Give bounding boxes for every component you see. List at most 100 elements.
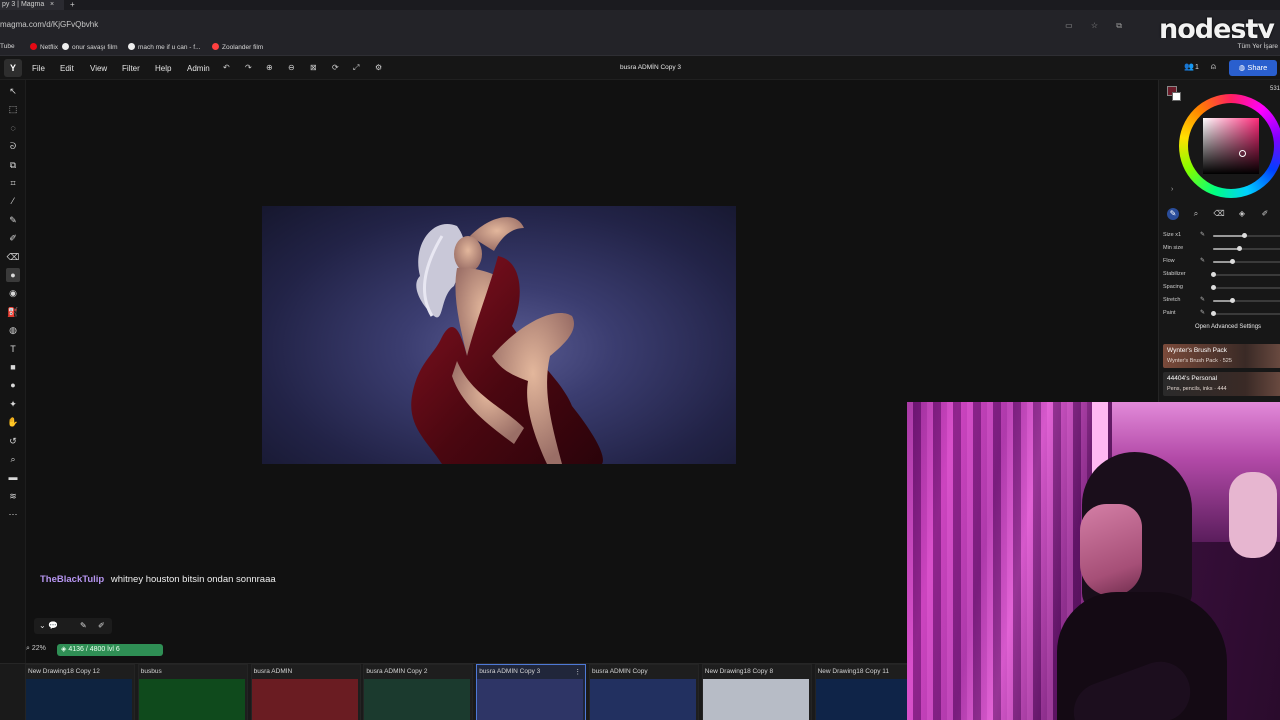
pressure-icon[interactable]: ✎ [1200, 296, 1205, 303]
shape-rect-tool-icon[interactable]: ■ [6, 360, 20, 374]
pencil-tool-icon[interactable]: ✎ [6, 213, 20, 227]
pressure-icon[interactable]: ✎ [1200, 309, 1205, 316]
pressure-icon[interactable]: ✎ [1200, 231, 1205, 238]
select-ellipse-tool-icon[interactable]: ◌ [6, 121, 20, 135]
add-user-icon[interactable]: ⍝ [1211, 62, 1216, 72]
share-button[interactable]: ◍ Share [1229, 60, 1277, 76]
bookmark-item[interactable]: mach me if u can - f... [128, 43, 201, 51]
browser-action-icons[interactable]: ▭ ☆ ⧉ [1065, 21, 1130, 31]
redo-icon[interactable]: ↷ [245, 63, 252, 72]
slider-knob[interactable] [1241, 233, 1247, 238]
secondary-color-swatch[interactable] [1172, 92, 1181, 101]
more-tool-icon[interactable]: ⋯ [6, 507, 20, 521]
slider-track[interactable] [1211, 272, 1280, 277]
brush-slot-1-icon[interactable]: ✎ [1167, 208, 1179, 220]
slider-knob[interactable] [1236, 246, 1242, 251]
app-logo[interactable]: Y [4, 59, 22, 77]
brush-slot-5-icon[interactable]: ✐ [1259, 208, 1271, 220]
slider-knob[interactable] [1230, 259, 1236, 264]
brush-slot-4-icon[interactable]: ◈ [1236, 208, 1248, 220]
advanced-settings-link[interactable]: Open Advanced Settings [1195, 324, 1261, 330]
drawing-thumbnail[interactable]: New Drawing18 Copy 12 [25, 664, 135, 720]
pressure-icon[interactable]: ✎ [1200, 257, 1205, 264]
rotate-icon[interactable]: ⟳ [332, 63, 339, 72]
brush-slider: Stabilizer [1163, 269, 1280, 280]
browser-tab[interactable]: py 3 | Magma × [0, 0, 64, 10]
more-options-icon[interactable]: ⋮ [574, 668, 581, 676]
comment-tool-icon[interactable]: ▬ [6, 470, 20, 484]
crop-tool-icon[interactable]: ⧉ [6, 158, 20, 172]
zoom-indicator[interactable]: ⌕ 22% [26, 645, 46, 653]
drawing-thumbnail[interactable]: busbus [137, 664, 248, 720]
bookmark-item[interactable]: Netflix [30, 43, 58, 51]
eraser-tool-icon[interactable]: ⌫ [6, 250, 20, 264]
layers-tool-icon[interactable]: ≋ [6, 489, 20, 503]
menu-filter[interactable]: Filter [122, 64, 140, 73]
bookmark-item[interactable]: onur savaşı film [62, 43, 118, 51]
hand-tool-icon[interactable]: ✋ [6, 415, 20, 429]
move-tool-icon[interactable]: ↖ [6, 84, 20, 98]
drawing-thumbnail[interactable]: busra ADMİN Copy [589, 664, 699, 720]
saturation-value-picker[interactable] [1203, 118, 1259, 174]
slider-knob[interactable] [1211, 311, 1216, 316]
zoom-out-icon[interactable]: ⊖ [288, 63, 295, 72]
text-tool-icon[interactable]: T [6, 342, 20, 356]
drawing-thumbnail[interactable]: New Drawing18 Copy 8 [701, 664, 812, 720]
close-icon[interactable]: × [50, 0, 54, 9]
users-icon[interactable]: 👥 [1184, 62, 1194, 71]
brush-history-icon[interactable]: ✎ [80, 621, 87, 630]
slider-track[interactable] [1211, 285, 1280, 290]
settings-icon[interactable]: ⚙ [375, 63, 382, 72]
fit-icon[interactable]: ⊠ [310, 63, 317, 72]
select-rect-tool-icon[interactable]: ⬚ [6, 102, 20, 116]
stamp-tool-icon[interactable]: ✦ [6, 397, 20, 411]
pen-icon[interactable]: ✐ [98, 621, 105, 630]
slider-track[interactable] [1211, 311, 1280, 316]
slider-track[interactable] [1213, 298, 1280, 303]
undo-icon[interactable]: ↶ [223, 63, 230, 72]
slider-track[interactable] [1213, 259, 1280, 264]
blend-tool-icon[interactable]: ● [6, 268, 20, 282]
drawing-thumbnail[interactable]: busra ADMİN Copy 2 [363, 664, 474, 720]
menu-edit[interactable]: Edit [60, 64, 74, 73]
chevron-down-icon[interactable]: ⌄ [39, 621, 46, 630]
drawing-thumbnail[interactable]: busra ADMİN Copy 3 ⋮ [476, 664, 587, 720]
url-field[interactable]: magma.com/d/KjGFvQbvhk [0, 20, 98, 29]
color-picker-knob[interactable] [1239, 150, 1246, 157]
all-bookmarks-link[interactable]: Tüm Yer İşare [1238, 43, 1278, 50]
menu-admin[interactable]: Admin [187, 64, 210, 73]
brush-slot-2-icon[interactable]: ⌕ [1190, 208, 1202, 220]
zoom-tool-icon[interactable]: ⌕ [6, 452, 20, 466]
chevron-right-icon[interactable]: › [1171, 186, 1173, 193]
shape-circle-tool-icon[interactable]: ● [6, 378, 20, 392]
brush-tool-icon[interactable]: ✐ [6, 231, 20, 245]
fullscreen-icon[interactable]: ⤢ [353, 63, 359, 73]
lasso-tool-icon[interactable]: ᘐ [6, 139, 20, 153]
menu-help[interactable]: Help [155, 64, 171, 73]
transform-tool-icon[interactable]: ⌗ [6, 176, 20, 190]
menu-file[interactable]: File [32, 64, 45, 73]
slider-track[interactable] [1213, 246, 1280, 251]
smudge-tool-icon[interactable]: ◉ [6, 286, 20, 300]
layer-counter[interactable]: ◈ 4136 / 4800 lvl 6 [57, 644, 163, 656]
brush-pack-item[interactable]: Wynter's Brush Pack Wynter's Brush Pack ·… [1163, 344, 1280, 368]
eyedropper-tool-icon[interactable]: ⁄ [6, 194, 20, 208]
fill-alt-tool-icon[interactable]: ◍ [6, 323, 20, 337]
slider-knob[interactable] [1211, 285, 1216, 290]
rotate-tool-icon[interactable]: ↺ [6, 434, 20, 448]
drawing-thumbnail[interactable]: busra ADMİN [250, 664, 361, 720]
chat-icon[interactable]: 💬 [48, 621, 58, 630]
slider-fill [1213, 248, 1239, 250]
bookmark-item[interactable]: Tube [0, 43, 15, 50]
brush-slot-3-icon[interactable]: ⌫ [1213, 208, 1225, 220]
bookmark-item[interactable]: Zoolander film [212, 43, 263, 51]
slider-track[interactable] [1213, 233, 1280, 238]
menu-view[interactable]: View [90, 64, 107, 73]
artwork-canvas[interactable] [262, 206, 736, 464]
new-tab-button[interactable]: + [70, 0, 75, 9]
slider-knob[interactable] [1230, 298, 1236, 303]
zoom-in-icon[interactable]: ⊕ [266, 63, 273, 72]
brush-pack-item[interactable]: 44404's Personal Pens, pencils, inks · 44… [1163, 372, 1280, 396]
fill-tool-icon[interactable]: ⛽ [6, 305, 20, 319]
slider-knob[interactable] [1211, 272, 1216, 277]
